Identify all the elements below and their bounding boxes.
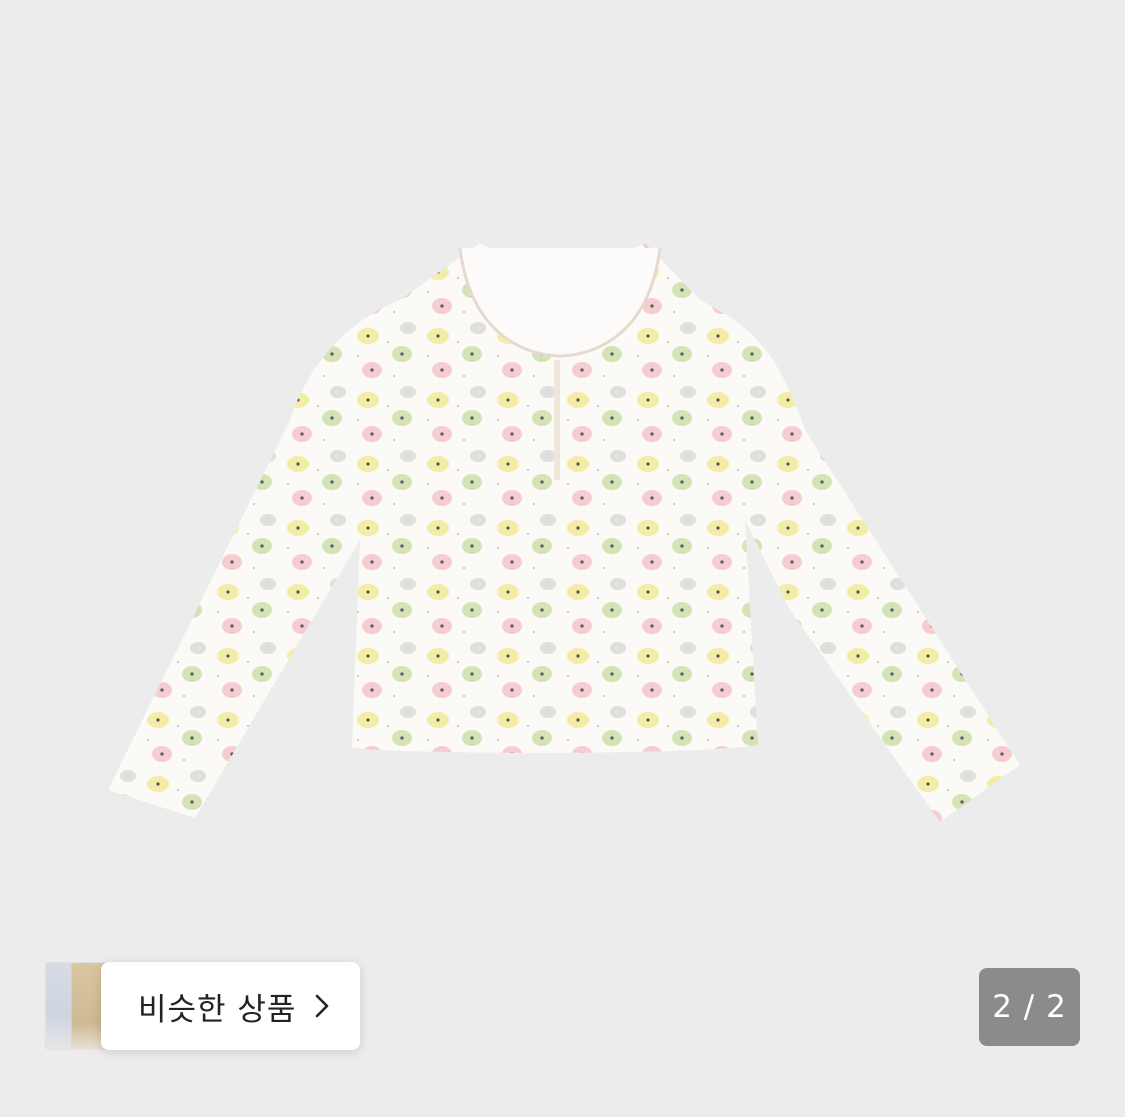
similar-products-label: 비슷한 상품 [138, 991, 297, 1028]
page-counter: 2 / 2 [979, 968, 1080, 1046]
similar-products-button[interactable]: 비슷한 상품 [101, 962, 360, 1050]
similar-product-thumbnail[interactable] [46, 963, 72, 1049]
product-image[interactable] [0, 0, 1125, 1117]
product-image-viewer[interactable]: 비슷한 상품 2 / 2 [0, 0, 1125, 1117]
chevron-right-icon [314, 992, 330, 1020]
